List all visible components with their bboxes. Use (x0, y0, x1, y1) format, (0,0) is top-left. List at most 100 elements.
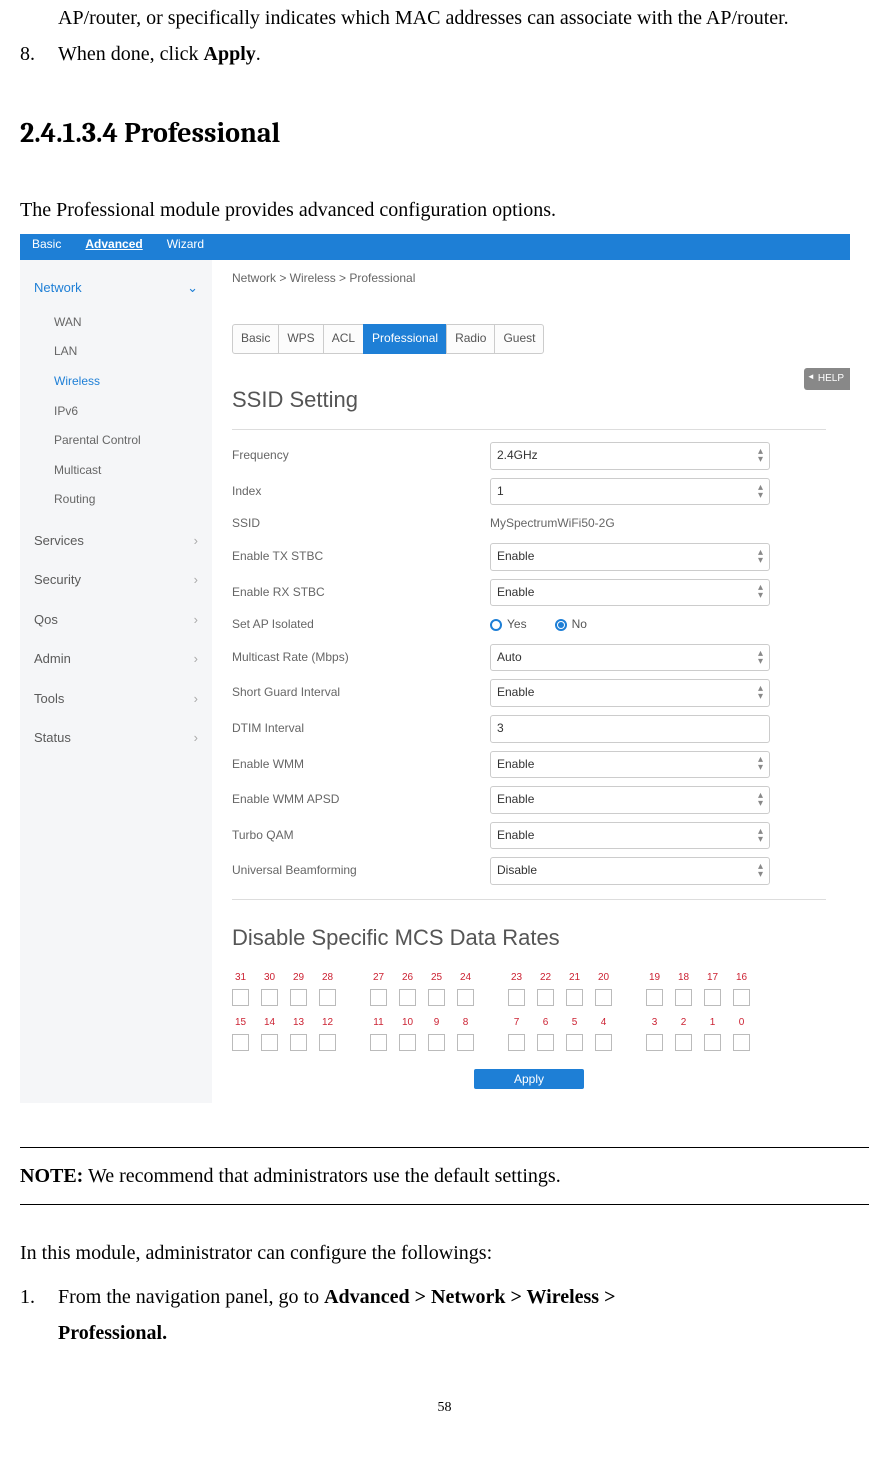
input-dtim[interactable]: 3 (490, 715, 770, 743)
sidebar-item-qos[interactable]: Qos › (20, 600, 212, 639)
mcs-checkbox[interactable]: 3 (646, 1014, 663, 1051)
mcs-number: 27 (370, 969, 387, 987)
checkbox-icon (370, 1034, 387, 1051)
mcs-checkbox[interactable]: 28 (319, 969, 336, 1006)
tab-advanced[interactable]: Advanced (85, 234, 142, 261)
mcs-checkbox[interactable]: 18 (675, 969, 692, 1006)
select-frequency[interactable]: 2.4GHz▴▾ (490, 442, 770, 470)
mcs-checkbox[interactable]: 17 (704, 969, 721, 1006)
sub-ipv6[interactable]: IPv6 (54, 397, 212, 427)
mcs-number: 11 (370, 1014, 387, 1032)
page-number: 58 (20, 1395, 869, 1430)
mcs-checkbox[interactable]: 0 (733, 1014, 750, 1051)
mcs-checkbox[interactable]: 11 (370, 1014, 387, 1051)
step-8: 8. When done, click Apply. (20, 36, 869, 72)
sub-wireless[interactable]: Wireless (54, 367, 212, 397)
select-wmm[interactable]: Enable▴▾ (490, 751, 770, 779)
mcs-checkbox[interactable]: 4 (595, 1014, 612, 1051)
checkbox-icon (261, 989, 278, 1006)
itab-wps[interactable]: WPS (278, 324, 323, 354)
sidebar-label: Security (34, 568, 81, 591)
mcs-checkbox[interactable]: 19 (646, 969, 663, 1006)
mcs-heading: Disable Specific MCS Data Rates (232, 914, 826, 962)
sub-lan[interactable]: LAN (54, 337, 212, 367)
mcs-checkbox[interactable]: 23 (508, 969, 525, 1006)
mcs-checkbox[interactable]: 6 (537, 1014, 554, 1051)
mcs-checkbox[interactable]: 1 (704, 1014, 721, 1051)
mcs-checkbox[interactable]: 29 (290, 969, 307, 1006)
select-tx[interactable]: Enable▴▾ (490, 543, 770, 571)
sidebar-item-network[interactable]: Network ⌄ (20, 268, 212, 307)
mcs-checkbox[interactable]: 8 (457, 1014, 474, 1051)
continuation-paragraph: AP/router, or specifically indicates whi… (58, 0, 869, 36)
itab-professional[interactable]: Professional (363, 324, 447, 354)
checkbox-icon (370, 989, 387, 1006)
note-block: NOTE: We recommend that administrators u… (20, 1147, 869, 1205)
select-value: Enable (497, 582, 534, 604)
sub-parental[interactable]: Parental Control (54, 426, 212, 456)
mcs-checkbox[interactable]: 12 (319, 1014, 336, 1051)
lbl-ssid: SSID (232, 513, 490, 535)
sub-wan[interactable]: WAN (54, 308, 212, 338)
mcs-checkbox[interactable]: 16 (733, 969, 750, 1006)
select-sgi[interactable]: Enable▴▾ (490, 679, 770, 707)
sub-routing[interactable]: Routing (54, 485, 212, 515)
itab-radio[interactable]: Radio (446, 324, 495, 354)
tab-basic[interactable]: Basic (32, 234, 61, 261)
radio-yes[interactable]: Yes (490, 614, 527, 636)
sidebar-item-admin[interactable]: Admin› (20, 639, 212, 678)
tab-wizard[interactable]: Wizard (167, 234, 204, 261)
mcs-checkbox[interactable]: 5 (566, 1014, 583, 1051)
radio-no[interactable]: No (555, 614, 587, 636)
step-8c: . (256, 43, 261, 65)
chevron-down-icon: ⌄ (187, 276, 198, 299)
select-apsd[interactable]: Enable▴▾ (490, 786, 770, 814)
mcs-checkbox[interactable]: 22 (537, 969, 554, 1006)
lbl-wmm: Enable WMM (232, 754, 490, 776)
mcs-checkbox[interactable]: 24 (457, 969, 474, 1006)
select-index[interactable]: 1▴▾ (490, 478, 770, 506)
select-ubf[interactable]: Disable▴▾ (490, 857, 770, 885)
checkbox-icon (428, 1034, 445, 1051)
sidebar-label: Qos (34, 608, 58, 631)
select-value: Enable (497, 546, 534, 568)
mcs-checkbox[interactable]: 9 (428, 1014, 445, 1051)
mcs-checkbox[interactable]: 26 (399, 969, 416, 1006)
select-rx[interactable]: Enable ▴▾ (490, 579, 770, 607)
mcs-checkbox[interactable]: 14 (261, 1014, 278, 1051)
sidebar-subitems: WAN LAN Wireless IPv6 Parental Control M… (20, 308, 212, 521)
sub-multicast[interactable]: Multicast (54, 456, 212, 486)
help-badge[interactable]: HELP (804, 368, 850, 390)
checkbox-icon (646, 1034, 663, 1051)
select-tqam[interactable]: Enable▴▾ (490, 822, 770, 850)
mcs-checkbox[interactable]: 21 (566, 969, 583, 1006)
apply-button[interactable]: Apply (474, 1069, 584, 1089)
mcs-checkbox[interactable]: 27 (370, 969, 387, 1006)
checkbox-icon (508, 989, 525, 1006)
mcs-checkbox[interactable]: 30 (261, 969, 278, 1006)
sidebar-item-status[interactable]: Status› (20, 718, 212, 757)
chevron-right-icon: › (194, 608, 198, 631)
mcs-number: 26 (399, 969, 416, 987)
sidebar-item-tools[interactable]: Tools› (20, 679, 212, 718)
sidebar-item-security[interactable]: Security› (20, 560, 212, 599)
sidebar-item-services[interactable]: Services› (20, 521, 212, 560)
checkbox-icon (232, 1034, 249, 1051)
mcs-number: 0 (733, 1014, 750, 1032)
mcs-number: 28 (319, 969, 336, 987)
mcs-checkbox[interactable]: 31 (232, 969, 249, 1006)
mcs-checkbox[interactable]: 10 (399, 1014, 416, 1051)
mcs-checkbox[interactable]: 13 (290, 1014, 307, 1051)
mcs-checkbox[interactable]: 7 (508, 1014, 525, 1051)
mcs-checkbox[interactable]: 15 (232, 1014, 249, 1051)
itab-guest[interactable]: Guest (494, 324, 544, 354)
mcs-checkbox[interactable]: 20 (595, 969, 612, 1006)
mcs-checkbox[interactable]: 25 (428, 969, 445, 1006)
checkbox-icon (595, 1034, 612, 1051)
itab-basic[interactable]: Basic (232, 324, 279, 354)
mcs-checkbox[interactable]: 2 (675, 1014, 692, 1051)
select-mrate[interactable]: Auto▴▾ (490, 644, 770, 672)
spinner-icon: ▴▾ (758, 584, 763, 600)
val-ssid: MySpectrumWiFi50-2G (490, 516, 615, 530)
itab-acl[interactable]: ACL (323, 324, 364, 354)
